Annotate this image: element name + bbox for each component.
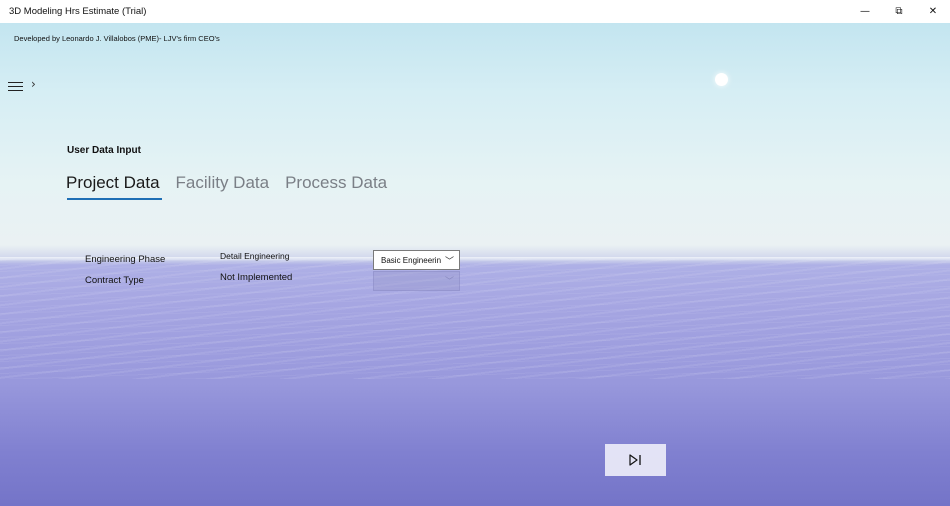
restore-icon: ⧉	[895, 6, 903, 17]
hamburger-menu-icon[interactable]	[8, 82, 23, 92]
chevron-right-icon[interactable]: ›	[31, 77, 36, 91]
close-button[interactable]: ✕	[916, 0, 950, 23]
contract-type-label: Contract Type	[85, 275, 144, 286]
tab-project-data[interactable]: Project Data	[66, 173, 162, 200]
app-canvas: Developed by Leonardo J. Villalobos (PME…	[0, 23, 950, 506]
window-title: 3D Modeling Hrs Estimate (Trial)	[9, 6, 147, 17]
contract-type-dropdown[interactable]: ﹀	[373, 271, 460, 291]
engineering-phase-dropdown[interactable]: Basic Engineering ﹀	[373, 250, 460, 270]
developer-credit: Developed by Leonardo J. Villalobos (PME…	[14, 34, 220, 43]
skip-next-icon	[629, 454, 641, 466]
chevron-down-icon: ﹀	[444, 257, 454, 267]
tab-bar: Project Data Facility Data Process Data	[66, 173, 387, 200]
contract-type-value: Not Implemented	[220, 272, 293, 283]
tab-process-data[interactable]: Process Data	[285, 173, 387, 199]
minimize-icon: —	[860, 6, 870, 17]
engineering-phase-value: Detail Engineering	[220, 251, 290, 261]
close-icon: ✕	[928, 6, 938, 17]
engineering-phase-label: Engineering Phase	[85, 254, 166, 265]
title-bar: 3D Modeling Hrs Estimate (Trial) — ⧉ ✕	[0, 0, 950, 23]
engineering-phase-dropdown-value: Basic Engineering	[381, 255, 441, 265]
next-button[interactable]	[605, 444, 666, 476]
tab-facility-data[interactable]: Facility Data	[176, 173, 270, 199]
minimize-button[interactable]: —	[848, 0, 882, 23]
sun-icon	[715, 73, 728, 86]
chevron-down-icon: ﹀	[444, 277, 454, 287]
restore-button[interactable]: ⧉	[882, 0, 916, 23]
section-label: User Data Input	[67, 145, 141, 156]
